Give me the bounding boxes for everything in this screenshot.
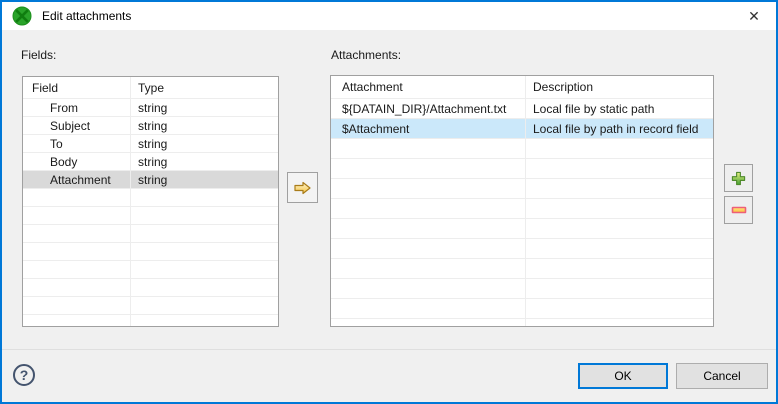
empty-row: [331, 139, 713, 159]
empty-row: [331, 319, 713, 326]
window-title: Edit attachments: [42, 9, 132, 23]
help-button[interactable]: ?: [13, 364, 35, 386]
attachments-label: Attachments:: [331, 48, 402, 62]
close-button[interactable]: ✕: [732, 2, 776, 30]
fields-table[interactable]: Field Type From string Subject string To…: [22, 76, 279, 327]
empty-row: [331, 199, 713, 219]
empty-row: [331, 219, 713, 239]
arrow-right-icon: [294, 181, 311, 194]
field-row-from[interactable]: From string: [23, 99, 278, 117]
empty-row: [331, 279, 713, 299]
column-header-description[interactable]: Description: [525, 80, 713, 94]
field-name: From: [50, 100, 78, 115]
empty-row: [331, 239, 713, 259]
remove-attachment-button[interactable]: [724, 196, 753, 224]
empty-row: [23, 261, 278, 279]
fields-label: Fields:: [21, 48, 57, 62]
column-header-type[interactable]: Type: [130, 81, 278, 95]
field-row-attachment-selected[interactable]: Attachment string: [23, 171, 278, 189]
attachment-row-record-field-selected[interactable]: $Attachment Local file by path in record…: [331, 119, 713, 139]
minus-icon: [731, 206, 746, 214]
attachment-value: $Attachment: [342, 121, 410, 136]
cancel-button[interactable]: Cancel: [676, 363, 768, 389]
empty-row: [23, 189, 278, 207]
add-field-to-attachments-button[interactable]: [287, 172, 318, 203]
close-icon: ✕: [748, 7, 760, 24]
app-logo-icon: [12, 6, 32, 26]
add-attachment-button[interactable]: [724, 164, 753, 192]
attachments-table[interactable]: Attachment Description ${DATAIN_DIR}/Att…: [330, 75, 714, 327]
field-type: string: [138, 100, 168, 115]
field-name: To: [50, 136, 63, 151]
ok-button[interactable]: OK: [578, 363, 668, 389]
field-type: string: [138, 154, 168, 169]
footer-divider: [2, 349, 776, 350]
field-type: string: [138, 136, 168, 151]
plus-icon: [731, 171, 746, 185]
field-row-body[interactable]: Body string: [23, 153, 278, 171]
attachment-description: Local file by path in record field: [533, 121, 699, 136]
empty-row: [23, 207, 278, 225]
field-type: string: [138, 118, 168, 133]
attachments-table-header: Attachment Description: [331, 76, 713, 99]
column-header-field[interactable]: Field: [23, 81, 130, 95]
empty-row: [331, 179, 713, 199]
field-name: Body: [50, 154, 78, 169]
field-row-subject[interactable]: Subject string: [23, 117, 278, 135]
attachment-row-static-path[interactable]: ${DATAIN_DIR}/Attachment.txt Local file …: [331, 99, 713, 119]
empty-row: [23, 315, 278, 326]
edit-attachments-dialog: Edit attachments ✕ Fields: Attachments: …: [0, 0, 778, 404]
empty-row: [23, 225, 278, 243]
empty-row: [23, 243, 278, 261]
field-row-to[interactable]: To string: [23, 135, 278, 153]
empty-row: [331, 259, 713, 279]
help-icon: ?: [19, 367, 29, 383]
attachment-description: Local file by static path: [533, 101, 655, 116]
field-name: Subject: [50, 118, 91, 133]
attachment-value: ${DATAIN_DIR}/Attachment.txt: [342, 101, 507, 116]
fields-table-header: Field Type: [23, 77, 278, 99]
field-type: string: [138, 172, 168, 187]
empty-row: [331, 299, 713, 319]
field-name: Attachment: [50, 172, 111, 187]
empty-row: [23, 279, 278, 297]
empty-row: [331, 159, 713, 179]
titlebar[interactable]: Edit attachments ✕: [2, 2, 776, 30]
empty-row: [23, 297, 278, 315]
column-header-attachment[interactable]: Attachment: [331, 80, 525, 94]
